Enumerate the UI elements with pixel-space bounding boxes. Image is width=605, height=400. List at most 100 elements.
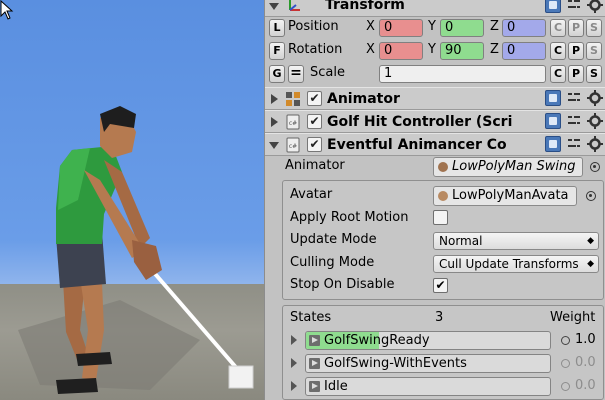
gear-icon[interactable] xyxy=(587,113,603,129)
gear-icon[interactable] xyxy=(587,136,603,152)
animator-header[interactable]: ✔ Animator xyxy=(265,87,605,110)
rotation-paste-button[interactable]: P xyxy=(568,42,584,60)
state-foldout[interactable] xyxy=(291,381,297,391)
weight-icon xyxy=(561,359,570,368)
weight-icon xyxy=(561,382,570,391)
state-play-icon xyxy=(309,335,320,346)
state-field[interactable]: Idle xyxy=(305,377,551,396)
help-book-icon[interactable] xyxy=(545,136,561,152)
avatar-object-field[interactable]: LowPolyManAvata xyxy=(433,186,577,206)
animator-foldout[interactable] xyxy=(271,94,278,104)
update-mode-label: Update Mode xyxy=(290,232,377,247)
preset-icon[interactable] xyxy=(566,90,582,106)
animator-icon xyxy=(286,92,300,106)
state-weight: 0.0 xyxy=(575,355,596,370)
object-picker-icon[interactable] xyxy=(586,191,596,201)
state-foldout[interactable] xyxy=(291,358,297,368)
transform-header[interactable]: Transform xyxy=(265,0,605,17)
state-weight: 0.0 xyxy=(575,378,596,393)
scale-global-button[interactable]: G xyxy=(269,65,285,83)
inspector-panel: Transform L Position X 0 Y 0 Z 0 C P S F… xyxy=(264,0,605,400)
help-book-icon[interactable] xyxy=(545,113,561,129)
animator-object-icon xyxy=(438,162,448,172)
animator-field-label: Animator xyxy=(285,158,345,173)
transform-foldout[interactable] xyxy=(269,3,279,10)
position-snap-button[interactable]: S xyxy=(586,19,602,37)
position-z-label: Z xyxy=(490,19,499,34)
states-header: States xyxy=(290,310,332,325)
rotation-snap-button[interactable]: S xyxy=(586,42,602,60)
shoe-front xyxy=(56,378,98,394)
preset-icon[interactable] xyxy=(566,0,582,13)
avatar-object-value: LowPolyManAvata xyxy=(452,188,569,203)
state-name: Idle xyxy=(324,379,348,394)
object-picker-icon[interactable] xyxy=(590,162,600,172)
gear-icon[interactable] xyxy=(587,90,603,106)
avatar-label: Avatar xyxy=(290,187,333,202)
rotation-z-field[interactable]: 0 xyxy=(502,42,546,60)
position-y-field[interactable]: 0 xyxy=(440,19,484,37)
avatar-object-icon xyxy=(438,191,448,201)
position-copy-button[interactable]: C xyxy=(550,19,566,37)
scale-paste-button[interactable]: P xyxy=(568,65,584,83)
scene-view[interactable] xyxy=(0,0,264,400)
scale-link-icon[interactable]: = xyxy=(288,65,304,83)
rotation-x-field[interactable]: 0 xyxy=(379,42,423,60)
eventful-enabled-checkbox[interactable]: ✔ xyxy=(307,137,322,152)
rotation-z-label: Z xyxy=(490,42,499,57)
golf-hit-controller-header[interactable]: c# ✔ Golf Hit Controller (Scri xyxy=(265,110,605,133)
state-play-icon xyxy=(309,381,320,392)
state-play-icon xyxy=(309,358,320,369)
rotation-label: Rotation xyxy=(288,42,343,57)
eventful-foldout[interactable] xyxy=(269,142,279,149)
animator-title: Animator xyxy=(327,91,400,107)
state-foldout[interactable] xyxy=(291,335,297,345)
scale-copy-button[interactable]: C xyxy=(550,65,566,83)
help-book-icon[interactable] xyxy=(545,0,561,13)
svg-text:c#: c# xyxy=(289,143,297,150)
animator-enabled-checkbox[interactable]: ✔ xyxy=(307,91,322,106)
shoe-back xyxy=(76,352,112,366)
apply-root-motion-label: Apply Root Motion xyxy=(290,210,409,225)
position-z-field[interactable]: 0 xyxy=(502,19,546,37)
position-paste-button[interactable]: P xyxy=(568,19,584,37)
state-field[interactable]: GolfSwing-WithEvents xyxy=(305,354,551,373)
culling-mode-dropdown[interactable]: Cull Update Transforms ◆ xyxy=(433,255,599,273)
scale-label: Scale xyxy=(310,65,345,80)
apply-root-motion-checkbox[interactable] xyxy=(433,210,448,225)
script-icon: c# xyxy=(286,114,300,130)
scale-snap-button[interactable]: S xyxy=(586,65,602,83)
state-field[interactable]: GolfSwingReady xyxy=(305,331,551,350)
scale-field[interactable]: 1 xyxy=(379,65,546,83)
help-book-icon[interactable] xyxy=(545,90,561,106)
transform-title: Transform xyxy=(325,0,405,13)
eventful-animancer-header[interactable]: c# ✔ Eventful Animancer Co xyxy=(265,133,605,156)
update-mode-dropdown[interactable]: Normal ◆ xyxy=(433,232,599,250)
dropdown-arrow-icon: ◆ xyxy=(587,259,594,269)
stop-on-disable-checkbox[interactable]: ✔ xyxy=(433,278,448,293)
preset-icon[interactable] xyxy=(566,136,582,152)
rotation-copy-button[interactable]: C xyxy=(550,42,566,60)
update-mode-value: Normal xyxy=(439,234,483,248)
golf-hit-enabled-checkbox[interactable]: ✔ xyxy=(307,114,322,129)
rotation-local-button[interactable]: F xyxy=(269,42,285,60)
eventful-title: Eventful Animancer Co xyxy=(327,137,507,153)
weight-header: Weight xyxy=(550,310,596,325)
transform-icon xyxy=(289,0,300,11)
golfer-character xyxy=(18,106,254,394)
position-local-button[interactable]: L xyxy=(269,19,285,37)
rotation-y-field[interactable]: 90 xyxy=(440,42,484,60)
preset-icon[interactable] xyxy=(566,113,582,129)
gear-icon[interactable] xyxy=(587,0,603,13)
golf-hit-foldout[interactable] xyxy=(271,117,278,127)
position-label: Position xyxy=(288,19,339,34)
state-name: GolfSwingReady xyxy=(324,333,430,348)
svg-text:c#: c# xyxy=(289,120,297,127)
mouse-cursor-icon xyxy=(0,0,14,20)
position-y-label: Y xyxy=(428,19,436,34)
animator-object-field[interactable]: LowPolyMan Swing xyxy=(433,157,583,177)
state-name: GolfSwing-WithEvents xyxy=(324,356,467,371)
script-icon: c# xyxy=(286,137,300,153)
position-x-field[interactable]: 0 xyxy=(379,19,423,37)
culling-mode-label: Culling Mode xyxy=(290,255,375,270)
